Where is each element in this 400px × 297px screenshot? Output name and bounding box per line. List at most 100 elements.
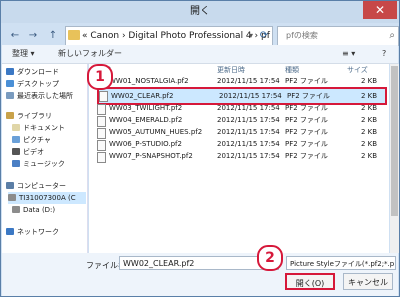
- open-dialog: 開く ✕ ← → ↑ « Canon › Digital Photo Profe…: [0, 0, 400, 297]
- column-header-type[interactable]: 種類: [285, 64, 299, 76]
- file-size: 2 KB: [361, 77, 378, 85]
- help-icon[interactable]: ?: [382, 45, 386, 63]
- file-type: PF2 ファイル: [285, 77, 328, 85]
- file-name: WW06_P-STUDIO.pf2: [109, 140, 182, 148]
- sidebar-item-label: ライブラリ: [17, 112, 52, 120]
- sidebar-item-pictures[interactable]: ピクチャ: [12, 134, 51, 146]
- file-size: 2 KB: [361, 116, 378, 124]
- address-path: « Canon › Digital Photo Professional 4 ›…: [82, 31, 270, 41]
- open-button[interactable]: 開く(O): [285, 273, 335, 290]
- sidebar-item-drive-c[interactable]: TI31007300A (C: [8, 192, 86, 204]
- computer-icon: [6, 182, 14, 189]
- list-item[interactable]: WW06_P-STUDIO.pf2 2012/11/15 17:54 PF2 フ…: [97, 139, 383, 151]
- cancel-button[interactable]: キャンセル: [343, 273, 393, 290]
- sidebar-item-documents[interactable]: ドキュメント: [12, 122, 65, 134]
- file-size: 2 KB: [361, 104, 378, 112]
- sidebar-item-label: デスクトップ: [17, 80, 59, 88]
- forward-arrow-icon[interactable]: →: [25, 28, 41, 44]
- file-type: PF2 ファイル: [285, 152, 328, 160]
- title-bar: 開く ✕: [1, 1, 399, 23]
- file-icon: [97, 128, 106, 139]
- sidebar-item-label: コンピューター: [17, 182, 66, 190]
- file-date: 2012/11/15 17:54: [217, 77, 280, 85]
- file-type: PF2 ファイル: [285, 128, 328, 136]
- sidebar-item-videos[interactable]: ビデオ: [12, 146, 44, 158]
- file-size: 2 KB: [361, 152, 378, 160]
- desktop-icon: [6, 80, 14, 87]
- file-type: PF2 ファイル: [285, 116, 328, 124]
- file-date: 2012/11/15 17:54: [219, 92, 282, 100]
- list-item[interactable]: WW07_P-SNAPSHOT.pf2 2012/11/15 17:54 PF2…: [97, 151, 383, 163]
- sidebar-item-desktop[interactable]: デスクトップ: [6, 78, 59, 90]
- column-header-date[interactable]: 更新日時: [217, 64, 245, 76]
- file-date: 2012/11/15 17:54: [217, 152, 280, 160]
- file-icon: [97, 104, 106, 115]
- scrollbar-thumb[interactable]: [391, 66, 398, 216]
- list-item[interactable]: WW01_NOSTALGIA.pf2 2012/11/15 17:54 PF2 …: [97, 76, 383, 88]
- window-title: 開く: [190, 6, 210, 17]
- sidebar-item-label: ネットワーク: [17, 228, 59, 236]
- list-item[interactable]: WW03_TWILIGHT.pf2 2012/11/15 17:54 PF2 フ…: [97, 103, 383, 115]
- file-size: 2 KB: [361, 128, 378, 136]
- file-date: 2012/11/15 17:54: [217, 128, 280, 136]
- dialog-footer: ファイル名(N): WW02_CLEAR.pf2 Picture Styleファ…: [2, 253, 398, 296]
- sidebar-item-label: ミュージック: [23, 160, 65, 168]
- file-name: WW01_NOSTALGIA.pf2: [109, 77, 189, 85]
- file-type: PF2 ファイル: [287, 92, 330, 100]
- back-arrow-icon[interactable]: ←: [7, 28, 23, 44]
- file-icon: [97, 152, 106, 163]
- sidebar-item-label: ダウンロード: [17, 68, 59, 76]
- file-name: WW05_AUTUMN_HUES.pf2: [109, 128, 203, 136]
- refresh-icon[interactable]: ⟳: [258, 27, 270, 45]
- picture-icon: [12, 136, 20, 143]
- up-arrow-icon[interactable]: ↑: [45, 28, 61, 44]
- sidebar-item-downloads[interactable]: ダウンロード: [6, 66, 59, 78]
- download-icon: [6, 68, 14, 75]
- column-header-size[interactable]: サイズ: [347, 64, 368, 76]
- search-placeholder: pfの検索: [286, 31, 318, 40]
- network-icon: [6, 228, 14, 235]
- sidebar-item-computer[interactable]: コンピューター: [6, 180, 66, 192]
- sidebar-item-label: TI31007300A (C: [19, 194, 76, 202]
- file-list: 名前 更新日時 種類 サイズ WW01_NOSTALGIA.pf2 2012/1…: [89, 64, 389, 253]
- view-options-icon[interactable]: ≡ ▾: [342, 45, 355, 63]
- toolbar: 整理 ▾ 新しいフォルダー ≡ ▾ ?: [2, 45, 398, 64]
- close-button[interactable]: ✕: [363, 1, 397, 19]
- sidebar-item-label: ピクチャ: [23, 136, 51, 144]
- chevron-down-icon[interactable]: ▾: [246, 27, 256, 45]
- file-icon: [97, 140, 106, 151]
- navigation-pane: ダウンロード デスクトップ 最近表示した場所 ライブラリ ドキュメント ピクチャ…: [2, 64, 88, 253]
- file-date: 2012/11/15 17:54: [217, 104, 280, 112]
- file-date: 2012/11/15 17:54: [217, 140, 280, 148]
- navigation-bar: ← → ↑ « Canon › Digital Photo Profession…: [5, 25, 399, 47]
- address-bar[interactable]: « Canon › Digital Photo Professional 4 ›…: [65, 26, 273, 46]
- scrollbar[interactable]: [390, 64, 399, 253]
- sidebar-item-label: ビデオ: [23, 148, 44, 156]
- organize-button[interactable]: 整理 ▾: [12, 45, 35, 63]
- sidebar-item-library[interactable]: ライブラリ: [6, 110, 52, 122]
- file-icon: [99, 91, 108, 102]
- sidebar-item-music[interactable]: ミュージック: [12, 158, 65, 170]
- sidebar-item-drive-d[interactable]: Data (D:): [12, 204, 55, 216]
- file-date: 2012/11/15 17:54: [217, 116, 280, 124]
- filetype-select[interactable]: Picture Styleファイル(*.pf2;*.p ▾: [286, 256, 396, 270]
- file-name: WW02_CLEAR.pf2: [111, 92, 174, 100]
- sidebar-item-recent[interactable]: 最近表示した場所: [6, 90, 73, 102]
- sidebar-item-label: 最近表示した場所: [17, 92, 73, 100]
- video-icon: [12, 148, 20, 155]
- file-type: PF2 ファイル: [285, 104, 328, 112]
- file-size: 2 KB: [361, 140, 378, 148]
- folder-icon: [68, 30, 80, 40]
- file-name: WW03_TWILIGHT.pf2: [109, 104, 183, 112]
- filename-input[interactable]: WW02_CLEAR.pf2: [119, 256, 279, 270]
- sidebar-item-network[interactable]: ネットワーク: [6, 226, 59, 238]
- drive-icon: [12, 206, 20, 213]
- list-item[interactable]: WW05_AUTUMN_HUES.pf2 2012/11/15 17:54 PF…: [97, 127, 383, 139]
- list-item[interactable]: WW04_EMERALD.pf2 2012/11/15 17:54 PF2 ファ…: [97, 115, 383, 127]
- file-size: 2 KB: [361, 92, 378, 100]
- step-badge-1: 1: [87, 64, 113, 90]
- search-icon: ⌕: [389, 30, 395, 41]
- library-icon: [6, 112, 14, 119]
- new-folder-button[interactable]: 新しいフォルダー: [58, 45, 122, 63]
- search-input[interactable]: pfの検索 ⌕: [277, 26, 399, 46]
